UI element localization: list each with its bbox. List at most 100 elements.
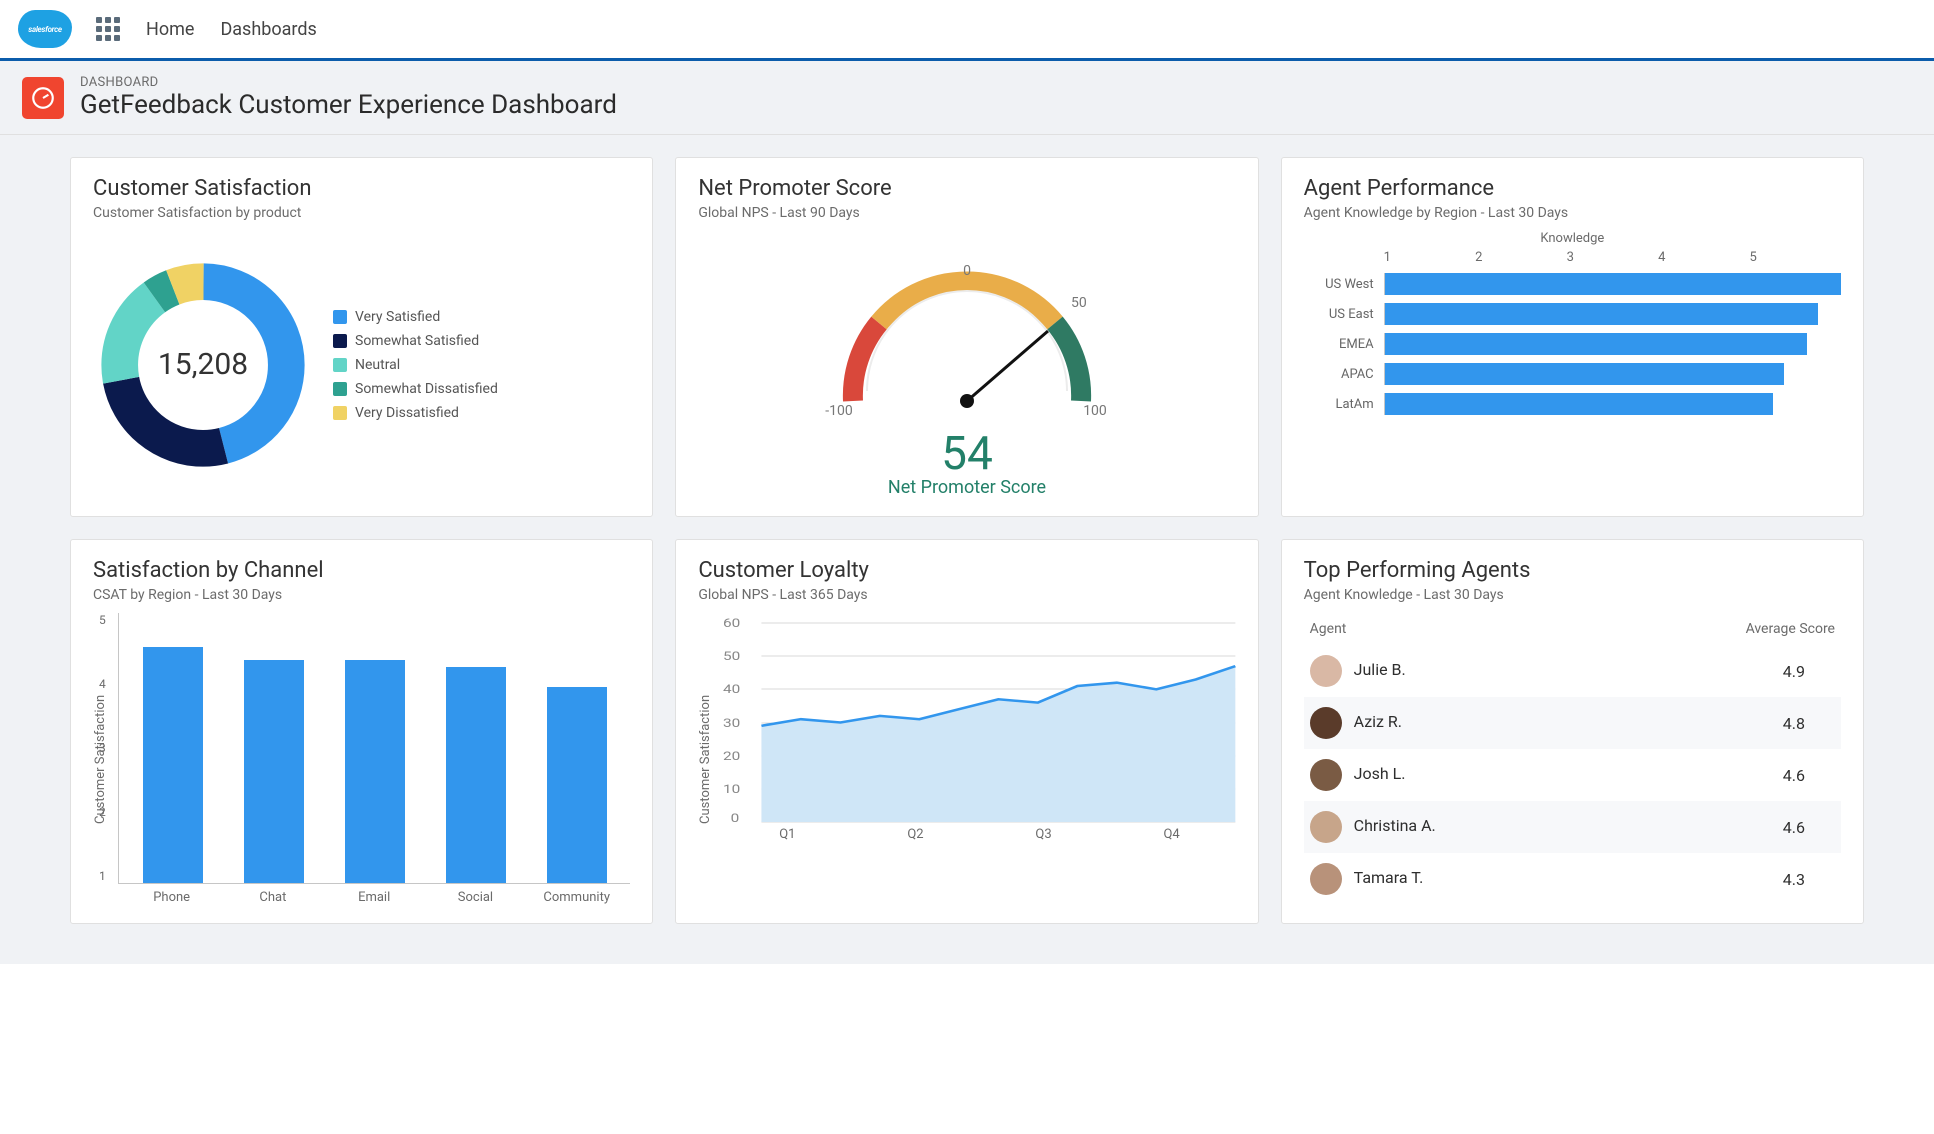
agent-name: Julie B. (1354, 660, 1406, 679)
page-header: DASHBOARD GetFeedback Customer Experienc… (0, 61, 1934, 135)
vbar-xlabel: Chat (229, 890, 316, 905)
hbar-chart[interactable]: Knowledge 12345 US West US East EMEA APAC La… (1304, 231, 1841, 498)
donut-legend: Very Satisfied Somewhat Satisfied Neutra… (333, 309, 498, 421)
line-xlabel: Q3 (979, 827, 1107, 842)
card-customer-satisfaction: Customer Satisfaction Customer Satisfact… (70, 157, 653, 517)
gauge-tick-zero: 0 (963, 263, 971, 279)
agent-score: 4.9 (1613, 645, 1841, 697)
legend-item: Very Satisfied (333, 309, 498, 325)
svg-text:20: 20 (723, 750, 740, 764)
line-ylabel: Customer Satisfaction (698, 613, 713, 905)
hbar-row: APAC (1304, 363, 1841, 385)
vbar-xlabel: Social (432, 890, 519, 905)
hbar-bar[interactable] (1385, 333, 1807, 355)
hbar-xticks: 12345 (1384, 250, 1841, 265)
hbar-bar[interactable] (1385, 303, 1819, 325)
card-subtitle: Global NPS - Last 365 Days (698, 587, 1235, 603)
table-row[interactable]: Tamara T.4.3 (1304, 853, 1841, 905)
card-subtitle: Customer Satisfaction by product (93, 205, 630, 221)
dashboard-grid: Customer Satisfaction Customer Satisfact… (0, 135, 1934, 964)
hbar-row-label: EMEA (1304, 337, 1374, 352)
hbar-bar[interactable] (1385, 363, 1784, 385)
legend-item: Somewhat Satisfied (333, 333, 498, 349)
hbar-row-label: LatAm (1304, 397, 1374, 412)
table-row[interactable]: Julie B. 4.9 (1304, 645, 1841, 697)
gauge-tick-max: 100 (1083, 403, 1107, 419)
gauge-tick-fifty: 50 (1071, 295, 1087, 311)
global-nav: Home Dashboards (0, 0, 1934, 61)
hbar-xlabel: Knowledge (1304, 231, 1841, 246)
hbar-row-label: US West (1304, 277, 1374, 292)
vbar-chart[interactable]: 54321 PhoneChatEmailSocialCommunity (118, 613, 630, 905)
vbar-xlabel: Phone (128, 890, 215, 905)
hbar-row-label: US East (1304, 307, 1374, 322)
svg-text:40: 40 (723, 683, 740, 697)
vbar-col (230, 613, 317, 883)
vbar-bar[interactable] (446, 667, 506, 883)
card-customer-loyalty: Customer Loyalty Global NPS - Last 365 D… (675, 539, 1258, 924)
legend-item: Somewhat Dissatisfied (333, 381, 498, 397)
hbar-row-label: APAC (1304, 367, 1374, 382)
hbar-bar[interactable] (1385, 273, 1841, 295)
hbar-row: US West (1304, 273, 1841, 295)
agent-name: Christina A. (1354, 816, 1436, 835)
card-top-agents: Top Performing Agents Agent Knowledge - … (1281, 539, 1864, 924)
svg-text:50: 50 (723, 650, 740, 664)
vbar-col (432, 613, 519, 883)
vbar-xlabels: PhoneChatEmailSocialCommunity (118, 884, 630, 905)
card-title: Customer Satisfaction (93, 176, 630, 201)
page-header-label: DASHBOARD (80, 75, 617, 90)
card-nps: Net Promoter Score Global NPS - Last 90 … (675, 157, 1258, 517)
nav-home[interactable]: Home (144, 13, 196, 46)
hbar-row: LatAm (1304, 393, 1841, 415)
vbar-bar[interactable] (345, 660, 405, 883)
table-col-agent: Agent (1304, 613, 1614, 645)
gauge-chart[interactable]: 0 50 -100 100 (807, 231, 1127, 431)
line-xlabel: Q2 (851, 827, 979, 842)
gauge-tick-min: -100 (825, 403, 853, 419)
avatar (1310, 863, 1342, 895)
agent-name: Josh L. (1354, 764, 1406, 783)
nav-dashboards[interactable]: Dashboards (218, 13, 318, 46)
card-subtitle: Agent Knowledge by Region - Last 30 Days (1304, 205, 1841, 221)
svg-text:60: 60 (723, 617, 740, 631)
avatar (1310, 759, 1342, 791)
vbar-bar[interactable] (143, 647, 203, 883)
card-title: Agent Performance (1304, 176, 1841, 201)
vbar-bar[interactable] (244, 660, 304, 883)
agent-table: Agent Average Score Julie B.4.9Aziz R.4.… (1304, 613, 1841, 905)
table-col-score: Average Score (1613, 613, 1841, 645)
card-title: Net Promoter Score (698, 176, 1235, 201)
svg-text:0: 0 (731, 812, 740, 823)
donut-center-value: 15,208 (93, 255, 313, 475)
hbar-row: EMEA (1304, 333, 1841, 355)
app-launcher-icon[interactable] (94, 15, 122, 43)
svg-text:30: 30 (723, 717, 740, 731)
legend-item: Neutral (333, 357, 498, 373)
agent-name: Aziz R. (1354, 712, 1402, 731)
line-xlabels: Q1Q2Q3Q4 (723, 827, 1235, 842)
svg-text:10: 10 (723, 783, 740, 797)
vbar-bar[interactable] (547, 687, 607, 883)
line-chart[interactable]: 60 50 40 30 20 10 0 Q1Q2Q3Q4 (723, 613, 1235, 905)
card-agent-performance: Agent Performance Agent Knowledge by Reg… (1281, 157, 1864, 517)
gauge-label: Net Promoter Score (888, 477, 1046, 498)
hbar-bar[interactable] (1385, 393, 1773, 415)
avatar (1310, 811, 1342, 843)
table-row[interactable]: Aziz R.4.8 (1304, 697, 1841, 749)
vbar-col (129, 613, 216, 883)
donut-chart[interactable]: 15,208 (93, 255, 313, 475)
table-row[interactable]: Christina A. 4.6 (1304, 801, 1841, 853)
card-title: Satisfaction by Channel (93, 558, 630, 583)
card-subtitle: Global NPS - Last 90 Days (698, 205, 1235, 221)
gauge-value: 54 (941, 431, 993, 477)
line-xlabel: Q4 (1108, 827, 1236, 842)
agent-score: 4.6 (1613, 801, 1841, 853)
line-xlabel: Q1 (723, 827, 851, 842)
vbar-col (331, 613, 418, 883)
legend-item: Very Dissatisfied (333, 405, 498, 421)
agent-score: 4.3 (1613, 853, 1841, 905)
table-row[interactable]: Josh L.4.6 (1304, 749, 1841, 801)
vbar-yticks: 54321 (99, 613, 106, 883)
vbar-col (533, 613, 620, 883)
